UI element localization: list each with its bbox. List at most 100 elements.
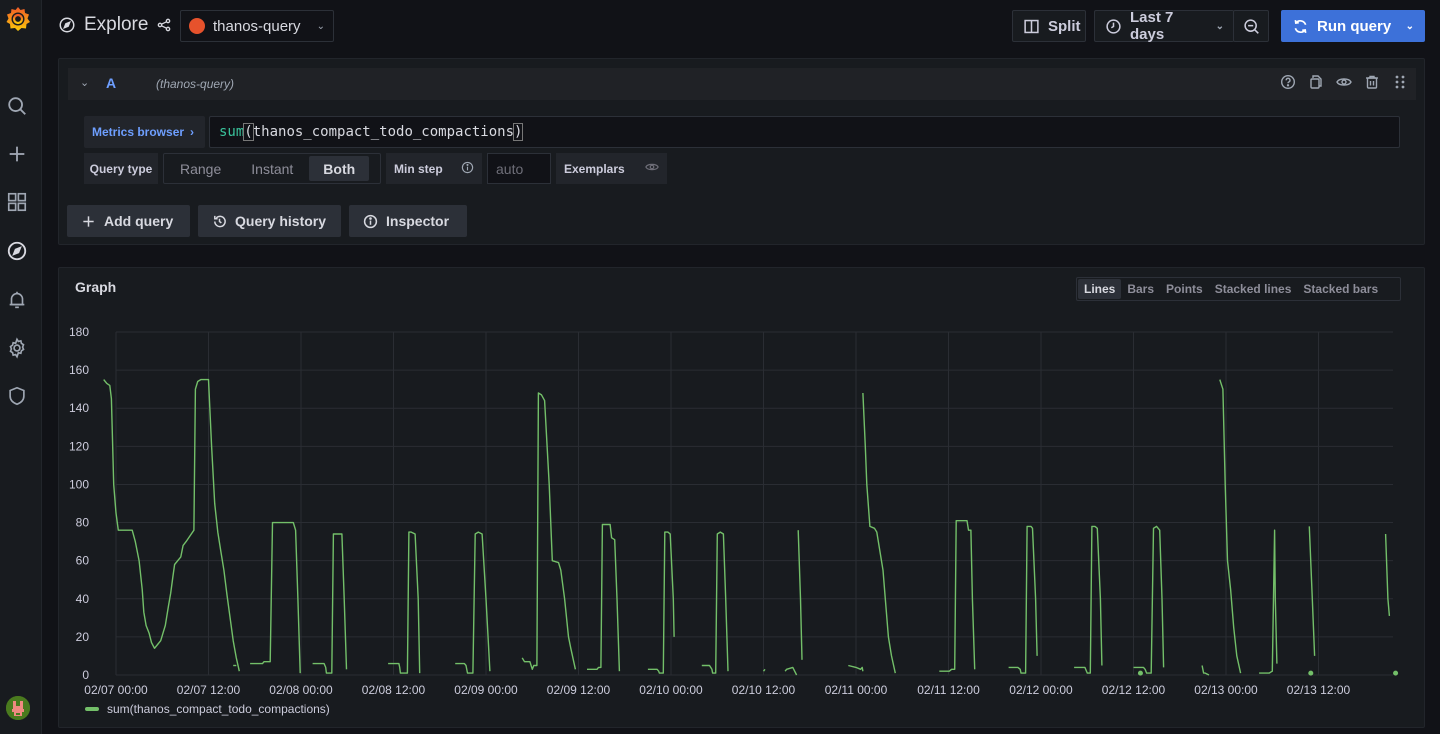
query-ref-id: A	[106, 75, 117, 91]
time-range-label: Last 7 days	[1130, 9, 1174, 43]
gear-icon[interactable]	[5, 336, 29, 360]
x-tick-label: 02/10 00:00	[639, 683, 703, 697]
series-line-segment[interactable]	[1074, 525, 1103, 674]
x-tick-label: 02/11 00:00	[825, 683, 888, 697]
series-line-segment[interactable]	[455, 531, 491, 674]
series-point[interactable]	[1393, 670, 1399, 676]
eye-icon	[645, 160, 659, 177]
inspector-button[interactable]: Inspector	[349, 205, 467, 237]
legend-color-swatch[interactable]	[85, 707, 99, 711]
metrics-browser-label: Metrics browser	[92, 125, 185, 139]
series-line-segment[interactable]	[587, 523, 621, 672]
series-line-segment[interactable]	[250, 521, 301, 674]
query-type-instant[interactable]: Instant	[237, 156, 307, 181]
series-line-segment[interactable]	[862, 392, 896, 674]
collapse-chevron-icon[interactable]: ⌄	[80, 76, 89, 89]
shield-icon[interactable]	[5, 384, 29, 408]
series-line-segment[interactable]	[1133, 525, 1165, 674]
user-avatar[interactable]	[6, 696, 30, 720]
bell-icon[interactable]	[5, 288, 29, 312]
x-tick-label: 02/12 00:00	[1009, 683, 1073, 697]
series-line-segment[interactable]	[784, 666, 798, 676]
query-row-header: ⌄ A (thanos-query)	[68, 68, 1416, 100]
page-title: Explore	[58, 14, 172, 36]
inspector-label: Inspector	[386, 213, 450, 229]
split-button[interactable]: Split	[1012, 10, 1086, 42]
search-icon[interactable]	[5, 94, 29, 118]
min-step-input[interactable]: auto	[487, 153, 551, 184]
x-tick-label: 02/09 00:00	[454, 683, 518, 697]
plus-icon[interactable]	[5, 142, 29, 166]
series-line-segment[interactable]	[1384, 533, 1391, 616]
legend-label[interactable]: sum(thanos_compact_todo_compactions)	[107, 702, 330, 716]
trash-icon[interactable]	[1364, 74, 1380, 95]
columns-icon	[1024, 19, 1039, 33]
add-query-button[interactable]: Add query	[67, 205, 190, 237]
series-line-segment[interactable]	[1259, 529, 1278, 674]
exemplars-label: Exemplars	[564, 161, 625, 176]
series-line-segment[interactable]	[1219, 379, 1242, 674]
plus-icon	[83, 215, 94, 227]
y-tick-label: 120	[69, 439, 89, 453]
query-function-token: sum	[219, 124, 245, 140]
datasource-picker[interactable]: thanos-query ⌄	[180, 10, 334, 42]
duplicate-icon[interactable]	[1308, 74, 1324, 95]
y-tick-label: 80	[76, 516, 90, 530]
query-type-range[interactable]: Range	[166, 156, 235, 181]
promql-query-input[interactable]: sum(thanos_compact_todo_compactions)	[209, 116, 1400, 148]
series-line-segment[interactable]	[1201, 665, 1210, 676]
query-editor-panel: ⌄ A (thanos-query) Metrics browser › sum…	[58, 58, 1425, 245]
series-line-segment[interactable]	[103, 378, 240, 672]
info-icon[interactable]	[461, 161, 474, 177]
chevron-down-icon: ⌄	[316, 20, 325, 32]
x-tick-label: 02/09 12:00	[547, 683, 611, 697]
query-datasource-label: (thanos-query)	[156, 77, 235, 91]
y-tick-label: 140	[69, 401, 89, 415]
compass-icon[interactable]	[5, 239, 29, 263]
x-tick-label: 02/10 12:00	[732, 683, 796, 697]
dashboards-icon[interactable]	[5, 190, 29, 214]
x-tick-label: 02/13 12:00	[1287, 683, 1351, 697]
y-tick-label: 100	[69, 477, 89, 491]
x-tick-label: 02/11 12:00	[917, 683, 980, 697]
series-line-segment[interactable]	[521, 392, 577, 670]
exemplars-toggle[interactable]: Exemplars	[556, 153, 667, 184]
metrics-browser-button[interactable]: Metrics browser ›	[84, 116, 205, 148]
add-query-label: Add query	[104, 213, 174, 229]
compass-icon	[58, 16, 76, 34]
series-point[interactable]	[1137, 670, 1143, 676]
timeseries-chart[interactable]: 0 20 40 60 80 100 120 140 160 180 02/07 00:00 02/07…	[59, 268, 1426, 729]
series-line-segment[interactable]	[1008, 525, 1038, 674]
time-range-picker[interactable]: Last 7 days ⌄	[1094, 9, 1234, 43]
help-icon[interactable]	[1280, 74, 1296, 95]
zoom-out-button[interactable]	[1233, 10, 1269, 42]
grafana-logo-icon[interactable]	[5, 6, 31, 32]
x-tick-label: 02/13 00:00	[1194, 683, 1258, 697]
prometheus-logo-icon	[189, 18, 205, 34]
query-history-button[interactable]: Query history	[198, 205, 341, 237]
query-history-label: Query history	[235, 213, 327, 229]
y-tick-label: 160	[69, 363, 89, 377]
series-line-segment[interactable]	[647, 531, 675, 674]
drag-handle-icon[interactable]	[1392, 74, 1408, 95]
chevron-down-icon: ⌄	[1215, 20, 1224, 32]
query-type-both[interactable]: Both	[309, 156, 370, 181]
share-icon[interactable]	[156, 17, 172, 33]
min-step-label: Min step	[386, 153, 482, 184]
x-tick-label: 02/07 00:00	[84, 683, 148, 697]
y-tick-label: 20	[76, 630, 90, 644]
eye-icon[interactable]	[1336, 74, 1352, 95]
series-line-segment[interactable]	[701, 531, 729, 674]
series-line-segment[interactable]	[312, 533, 348, 674]
series-line-segment[interactable]	[939, 520, 976, 672]
query-row-actions	[1280, 74, 1408, 95]
chevron-right-icon: ›	[190, 125, 195, 139]
run-query-dropdown-icon[interactable]: ⌄	[1406, 21, 1414, 32]
series-line-segment[interactable]	[797, 530, 803, 660]
run-query-button[interactable]: Run query ⌄	[1281, 10, 1425, 42]
graph-panel: Graph Lines Bars Points Stacked lines St…	[58, 267, 1425, 728]
series-line-segment[interactable]	[388, 531, 421, 674]
sidebar	[0, 0, 42, 734]
min-step-text: Min step	[394, 161, 443, 176]
series-point[interactable]	[1308, 670, 1314, 676]
